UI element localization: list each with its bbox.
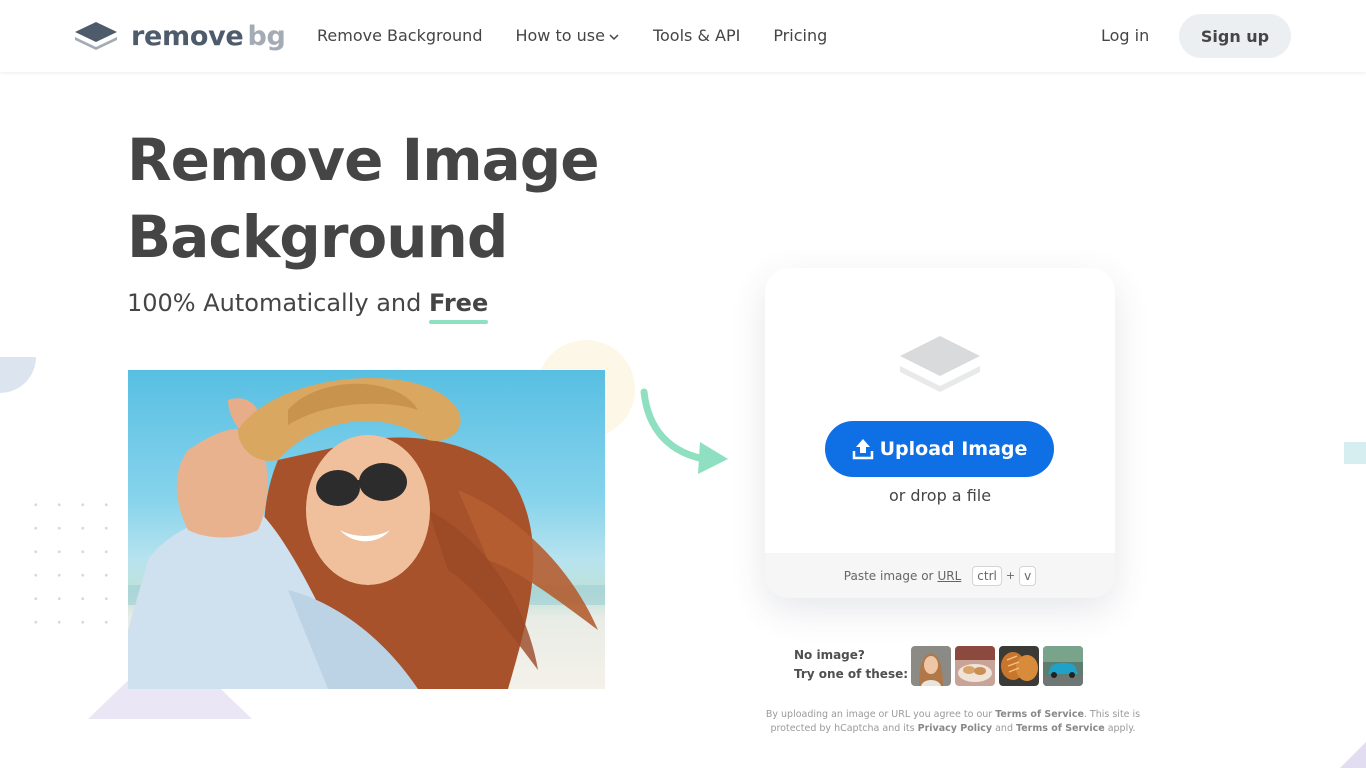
decor-dot-grid — [24, 493, 124, 638]
main-nav: Remove Background How to use Tools & API… — [317, 24, 860, 48]
sample-bread-basket[interactable] — [955, 646, 995, 686]
chevron-down-icon — [609, 34, 619, 41]
decor-corner-triangle — [1340, 742, 1366, 768]
logo-remove: remove — [131, 20, 244, 52]
bread-basket-sample-image — [955, 646, 995, 686]
hero-title: Remove Image Background — [127, 126, 600, 271]
paste-bar: Paste image or URL ctrl + v — [765, 553, 1115, 598]
sample-woman[interactable] — [911, 646, 951, 686]
hero-subtitle: 100% Automatically and Free — [127, 286, 489, 324]
kbd-ctrl: ctrl — [972, 565, 1002, 586]
woman-sample-image — [911, 646, 951, 686]
kbd-v: v — [1019, 565, 1037, 586]
legal-privacy-link[interactable]: Privacy Policy — [918, 723, 992, 734]
legal-tos2-link[interactable]: Terms of Service — [1016, 723, 1105, 734]
layers-logo-icon — [75, 22, 117, 50]
sample-prompt: No image? Try one of these: — [794, 646, 908, 684]
login-link[interactable]: Log in — [1101, 24, 1149, 48]
logo-link[interactable]: remove bg — [74, 18, 286, 54]
curved-arrow-icon — [640, 388, 728, 474]
decor-half-circle — [0, 357, 36, 393]
nav-tools-api[interactable]: Tools & API — [653, 24, 740, 48]
paste-text: Paste image or — [843, 568, 934, 583]
drop-file-text: or drop a file — [888, 486, 992, 505]
nav-remove-background[interactable]: Remove Background — [317, 24, 482, 48]
layers-icon — [900, 336, 980, 392]
legal-tos-link[interactable]: Terms of Service — [995, 709, 1084, 720]
sample-bread-loaves[interactable] — [999, 646, 1039, 686]
paste-url-link[interactable]: URL — [937, 569, 961, 583]
legal-notice: By uploading an image or URL you agree t… — [752, 708, 1154, 736]
hero-subtitle-prefix: 100% Automatically and — [127, 289, 429, 317]
nav-how-to-use[interactable]: How to use — [515, 24, 619, 48]
sample-images — [911, 646, 1087, 686]
hero-subtitle-free: Free — [428, 286, 489, 324]
sample-prompt-line1: No image? — [794, 648, 865, 662]
decor-square — [1344, 442, 1366, 464]
legal-part3: and — [992, 723, 1017, 734]
signup-button[interactable]: Sign up — [1179, 14, 1291, 58]
logo-bg: bg — [247, 20, 286, 52]
upload-icon — [852, 439, 873, 460]
upload-card[interactable]: Upload Image or drop a file Paste image … — [765, 268, 1115, 598]
sample-prompt-line2: Try one of these: — [794, 667, 909, 681]
legal-part4: apply. — [1104, 723, 1136, 734]
kbd-plus: + — [1005, 569, 1016, 582]
bread-loaves-sample-image — [999, 646, 1039, 686]
logo-text: remove bg — [131, 21, 286, 52]
nav-how-to-use-label: How to use — [515, 26, 605, 45]
sample-car[interactable] — [1043, 646, 1083, 686]
upload-image-button[interactable]: Upload Image — [825, 421, 1054, 477]
legal-part1: By uploading an image or URL you agree t… — [765, 709, 996, 720]
hero-example-photo — [128, 370, 605, 689]
nav-pricing[interactable]: Pricing — [773, 24, 827, 48]
upload-image-label: Upload Image — [879, 438, 1028, 460]
woman-with-hat-image — [128, 377, 605, 689]
site-header: remove bg Remove Background How to use To… — [0, 0, 1366, 72]
car-sample-image — [1043, 646, 1083, 686]
